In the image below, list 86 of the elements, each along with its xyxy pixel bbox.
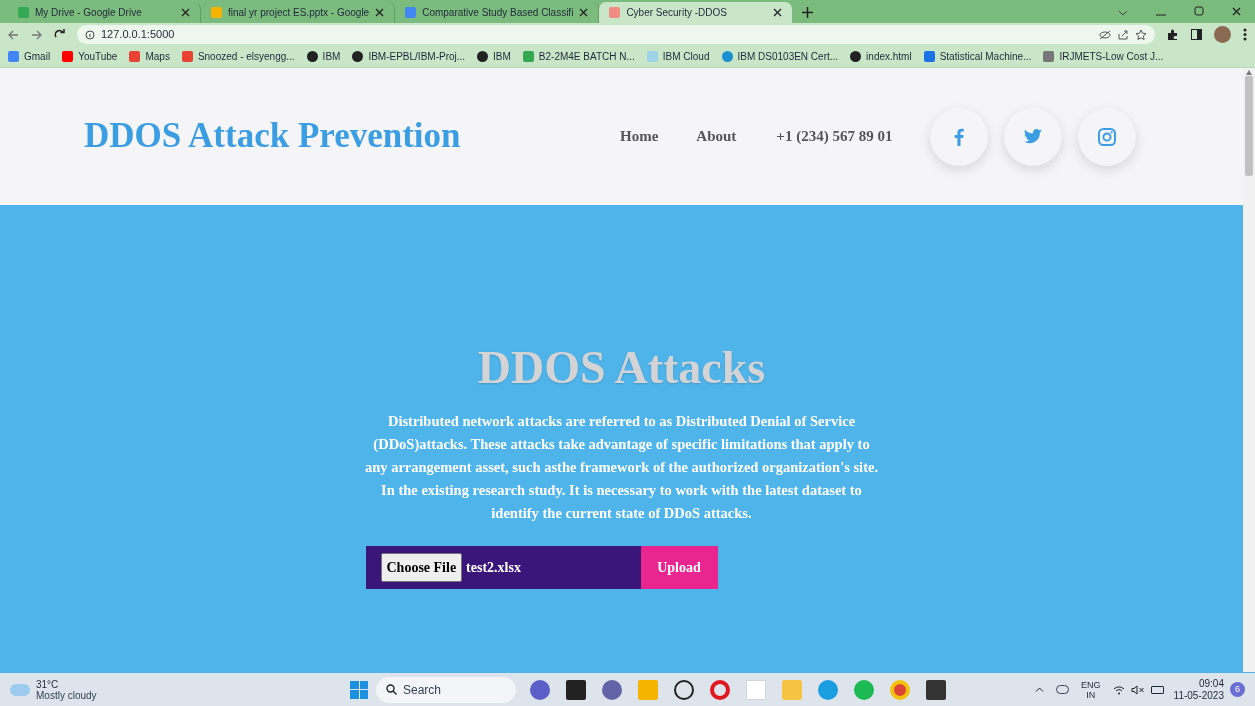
close-icon[interactable] (181, 8, 190, 17)
bird-icon (1024, 129, 1043, 144)
camera-icon (1098, 127, 1117, 146)
bookmark[interactable]: IBM Cloud (646, 49, 710, 64)
speaker-muted-icon[interactable] (1130, 684, 1145, 695)
notification-badge[interactable]: 6 (1230, 682, 1245, 697)
url-text: 127.0.0.1:5000 (101, 27, 175, 43)
bookmark-icon (850, 51, 862, 62)
bookmark[interactable]: index.html (850, 49, 912, 64)
avatar-icon[interactable] (1214, 26, 1231, 43)
bookmark[interactable]: Gmail (8, 49, 51, 64)
bookmark[interactable]: IRJMETS-Low Cost J... (1043, 49, 1164, 64)
language-text: ENG (1081, 679, 1101, 690)
bookmark-icon (646, 51, 658, 62)
info-icon (85, 29, 95, 40)
bookmark[interactable]: IBM (306, 49, 341, 64)
maximize-icon[interactable] (1194, 6, 1204, 16)
bookmark-icon (1043, 51, 1055, 62)
start-icon[interactable] (350, 680, 368, 699)
clock-time[interactable]: 09:04 (1198, 677, 1224, 690)
bookmark-icon (352, 51, 364, 62)
weather-text: Mostly cloudy (36, 689, 97, 701)
new-tab-icon[interactable] (802, 7, 814, 18)
search-field[interactable]: Search (376, 676, 516, 703)
menu-icon[interactable] (1243, 28, 1247, 41)
bookmark-icon (923, 51, 935, 62)
bookmark[interactable]: Maps (129, 49, 170, 64)
chevron-up-icon[interactable] (1035, 687, 1045, 692)
search-placeholder: Search (403, 681, 442, 699)
tab-favicon-icon (18, 7, 29, 18)
upload-button[interactable]: Upload (640, 546, 718, 589)
browser-tab[interactable]: Cyber Security -DDOS (599, 2, 793, 23)
tab-favicon-icon (211, 7, 222, 18)
forward-icon[interactable] (31, 29, 42, 40)
tab-title: Comparative Study Based Classifi (422, 6, 574, 20)
temperature-text: 31°C (36, 678, 60, 690)
tab-title: Cyber Security -DDOS (626, 6, 728, 20)
tab-favicon-icon (609, 7, 621, 18)
side-panel-icon[interactable] (1191, 29, 1202, 40)
hero-description: Distributed network attacks are referred to as Distributed Denial of Service (DDoS)attacks. These attacks take advantage of specific limitations that apply to any arrangement asset, such asthe framework of the authorized organization's site. In the existing research study. It is necessary to work with the latest dataset to identify the current state of DDoS attacks. (363, 412, 880, 523)
star-icon[interactable] (1135, 28, 1147, 41)
tab-favicon-icon (405, 7, 417, 18)
puzzle-icon[interactable] (1167, 28, 1179, 41)
bookmark-icon (306, 51, 318, 62)
back-icon[interactable] (8, 29, 19, 40)
bookmark-icon (181, 51, 193, 62)
eye-off-icon[interactable] (1099, 29, 1111, 40)
battery-icon[interactable] (1150, 685, 1164, 694)
tab-title: My Drive - Google Drive (35, 6, 143, 20)
nav-link[interactable]: Home (620, 125, 659, 148)
bookmark-icon (62, 51, 74, 62)
close-icon[interactable] (1232, 7, 1241, 16)
bookmark-icon (721, 51, 733, 62)
bookmark-icon (129, 51, 141, 62)
share-icon[interactable] (1117, 29, 1129, 40)
close-icon[interactable] (579, 8, 589, 17)
bookmark[interactable]: YouTube (62, 49, 118, 64)
bookmark[interactable]: IBM (477, 49, 511, 64)
bookmark-icon (522, 51, 534, 62)
choose-file-button[interactable]: Choose File (380, 553, 463, 582)
address-bar[interactable]: 127.0.0.1:5000 (77, 25, 1155, 44)
facebook-icon (954, 127, 965, 146)
tab-title: final yr project ES.pptx - Google (228, 6, 370, 20)
bookmark[interactable]: B2-2M4E BATCH N... (522, 49, 635, 64)
nav-link[interactable]: +1 (234) 567 89 01 (776, 125, 893, 148)
bookmark[interactable]: Statistical Machine... (923, 49, 1032, 64)
site-title: DDOS Attack Prevention (84, 115, 462, 158)
reload-icon[interactable] (54, 29, 65, 40)
close-icon[interactable] (375, 8, 385, 17)
hero-title: DDOS Attacks (477, 341, 766, 395)
bookmark-icon (8, 51, 19, 62)
file-name: test2.xlsx (466, 559, 521, 577)
scrollbar[interactable] (1243, 68, 1255, 672)
bookmark[interactable]: IBM-EPBL/IBM-Proj... (352, 49, 466, 64)
search-icon[interactable] (386, 684, 397, 695)
bookmark[interactable]: IBM DS0103EN Cert... (721, 49, 839, 64)
bookmark[interactable]: Snoozed - elsyengg... (181, 49, 295, 64)
chevron-down-icon[interactable] (1118, 10, 1128, 16)
wifi-icon[interactable] (1112, 684, 1125, 695)
clock-date[interactable]: 11-05-2023 (1173, 689, 1224, 702)
close-icon[interactable] (773, 8, 783, 17)
file-input[interactable]: Choose File test2.xlsx (365, 546, 641, 589)
language-text: IN (1086, 689, 1096, 700)
bookmark-icon (477, 51, 489, 62)
scrollbar-thumb[interactable] (1245, 76, 1253, 176)
nav-link[interactable]: About (696, 125, 737, 148)
